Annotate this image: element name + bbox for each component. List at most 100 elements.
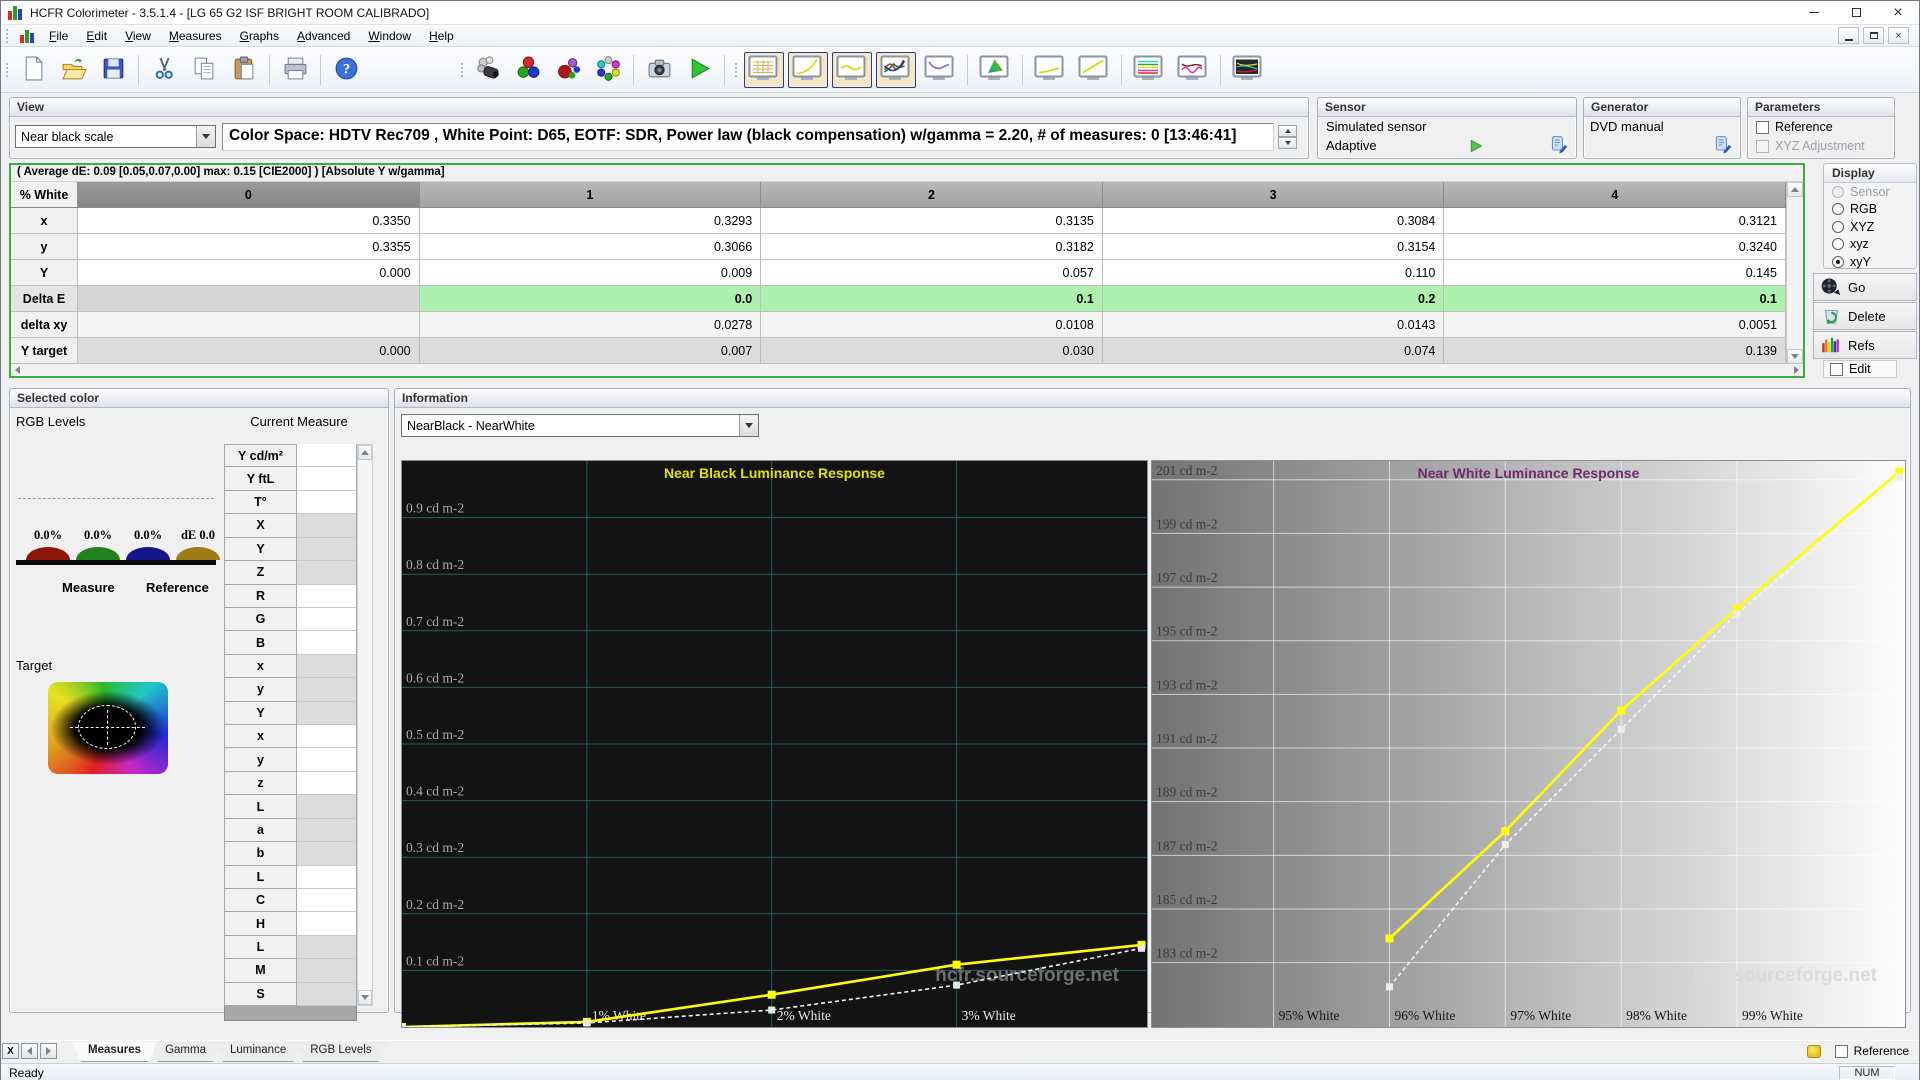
current-measure-row-value[interactable] (297, 607, 357, 632)
measures-grid-cell[interactable] (78, 312, 420, 338)
minimize-window-icon[interactable] (1793, 1, 1835, 25)
measures-grid-cell[interactable]: 0.3355 (78, 234, 420, 260)
measures-grid-cell[interactable]: 0.000 (78, 338, 420, 364)
current-measure-row-value[interactable] (297, 748, 357, 772)
current-measure-row-value[interactable] (297, 561, 357, 585)
toolbar-button-configure-sensor[interactable] (470, 52, 506, 88)
scroll-right-icon[interactable] (1794, 366, 1799, 374)
measures-grid-cell[interactable]: 0.3066 (419, 234, 762, 260)
toolbar-button-view-color-temperature-chart[interactable] (1173, 52, 1213, 88)
spinner-down-icon[interactable] (1278, 137, 1297, 149)
current-measure-row-value[interactable] (297, 514, 357, 538)
chevron-down-icon[interactable] (739, 415, 758, 436)
measures-grid-cell[interactable]: 0.0278 (419, 312, 762, 338)
toolbar-button-view-gamma-chart[interactable] (788, 51, 828, 88)
toolbar-button-save-file[interactable] (95, 52, 131, 88)
toolbar-button-copy[interactable] (186, 52, 222, 88)
current-measure-row-value[interactable] (297, 865, 357, 890)
current-measure-row-value[interactable] (297, 889, 357, 913)
spinner-up-icon[interactable] (1278, 125, 1297, 137)
measures-grid-cell[interactable]: 0.057 (761, 260, 1103, 286)
toolbar-button-primary-colors-measure[interactable] (550, 52, 586, 88)
measures-grid-vertical-scrollbar[interactable] (1786, 182, 1803, 364)
toolbar-button-view-free-measures[interactable] (1228, 52, 1268, 88)
measures-grid-cell[interactable]: 0.3240 (1444, 234, 1786, 260)
go-button[interactable]: Go (1813, 273, 1917, 301)
scroll-up-icon[interactable] (1787, 182, 1803, 197)
measures-grid-cell[interactable]: 0.3135 (761, 208, 1103, 234)
sensor-run-icon[interactable] (1468, 138, 1484, 154)
measures-grid-column-header[interactable]: 4 (1444, 182, 1786, 208)
current-measure-row-value[interactable] (297, 631, 357, 655)
toolbar-button-view-rgb-curves-chart[interactable] (876, 51, 916, 88)
toolbar-button-about-help[interactable]: ? (328, 52, 364, 88)
radio-icon[interactable] (1832, 238, 1844, 251)
toolbar-button-view-rgb-levels-chart[interactable] (1129, 52, 1169, 88)
scroll-up-icon[interactable] (358, 445, 372, 460)
measures-grid-cell[interactable]: 0.2 (1102, 286, 1445, 312)
current-measure-row-value[interactable] (297, 490, 357, 515)
tab-rgb-levels[interactable]: RGB Levels (294, 1042, 387, 1062)
tab-measures[interactable]: Measures (72, 1042, 157, 1062)
scroll-left-icon[interactable] (15, 366, 20, 374)
measures-grid-cell[interactable]: 0.3084 (1102, 208, 1445, 234)
current-measure-row-value[interactable] (297, 537, 357, 562)
measures-grid-cell[interactable]: 0.3350 (78, 208, 420, 234)
measures-grid-cell[interactable]: 0.1 (761, 286, 1103, 312)
radio-icon[interactable] (1832, 203, 1844, 216)
current-measure-row-value[interactable] (297, 467, 357, 491)
radio-icon[interactable] (1832, 220, 1844, 233)
menu-item-edit[interactable]: Edit (77, 26, 116, 46)
measures-grid-cell[interactable]: 0.009 (419, 260, 762, 286)
menu-item-graphs[interactable]: Graphs (231, 26, 288, 46)
measures-grid-cell[interactable]: 0.0 (419, 286, 762, 312)
display-radio-xyz[interactable]: XYZ (1824, 218, 1916, 236)
measure-scale-select[interactable]: Near black scale (15, 125, 216, 148)
current-measure-row-value[interactable] (297, 701, 357, 726)
toolbar-button-capture-screen[interactable] (641, 52, 677, 88)
menu-item-file[interactable]: File (40, 26, 77, 46)
measures-grid-column-header[interactable]: 2 (761, 182, 1103, 208)
measures-grid-cell[interactable]: 0.074 (1102, 338, 1445, 364)
current-measure-row-value[interactable] (297, 725, 357, 749)
measures-grid-cell[interactable]: 0.0051 (1444, 312, 1786, 338)
scroll-down-icon[interactable] (1787, 349, 1803, 364)
measures-grid-cell[interactable]: 0.1 (1444, 286, 1786, 312)
toolbar-button-view-cie-gamut[interactable] (975, 52, 1015, 88)
display-radio-rgb[interactable]: RGB (1824, 201, 1916, 219)
current-measure-row-value[interactable] (297, 795, 357, 819)
tab-close-button[interactable]: X (2, 1043, 19, 1059)
toolbar-button-print[interactable] (277, 52, 313, 88)
current-measure-row-value[interactable] (297, 912, 357, 936)
close-window-icon[interactable]: × (1877, 1, 1919, 25)
current-measure-row-value[interactable] (297, 959, 357, 983)
toolbar-button-view-nearblack-chart[interactable] (832, 51, 872, 88)
current-measure-scrollbar[interactable] (357, 444, 373, 1006)
measures-grid-cell[interactable]: 0.3154 (1102, 234, 1445, 260)
measures-grid-cell[interactable]: 0.3293 (419, 208, 762, 234)
mdi-minimize-icon[interactable] (1838, 27, 1859, 44)
tab-scroll-right-button[interactable] (40, 1043, 57, 1059)
toolbar-button-view-measures-grid[interactable] (744, 51, 784, 88)
display-radio-xyy[interactable]: xyY (1824, 253, 1916, 271)
chevron-down-icon[interactable] (196, 126, 215, 147)
mdi-close-icon[interactable]: × (1888, 27, 1909, 44)
measures-grid-cell[interactable]: 0.007 (419, 338, 762, 364)
toolbar-button-open-file[interactable] (55, 52, 91, 88)
toolbar-button-run-measures[interactable] (681, 52, 717, 88)
display-radio-xyz[interactable]: xyz (1824, 236, 1916, 254)
measures-grid-column-header[interactable]: 3 (1102, 182, 1445, 208)
current-measure-row-value[interactable] (297, 818, 357, 843)
refs-button[interactable]: Refs (1813, 331, 1917, 359)
measures-grid-cell[interactable]: 0.3182 (761, 234, 1103, 260)
measures-grid-cell[interactable]: 0.0143 (1102, 312, 1445, 338)
reference-checkbox-box[interactable] (1756, 120, 1769, 134)
measures-grid-cell[interactable]: 0.110 (1102, 260, 1445, 286)
current-measure-row-value[interactable] (297, 842, 357, 866)
measures-grid-cell[interactable]: 0.000 (78, 260, 420, 286)
menu-item-view[interactable]: View (116, 26, 160, 46)
current-measure-row-value[interactable] (297, 982, 357, 1007)
mdi-restore-icon[interactable] (1863, 27, 1884, 44)
toolbar-button-cut[interactable] (146, 52, 182, 88)
toolbar-button-continuous-measures[interactable] (590, 52, 626, 88)
